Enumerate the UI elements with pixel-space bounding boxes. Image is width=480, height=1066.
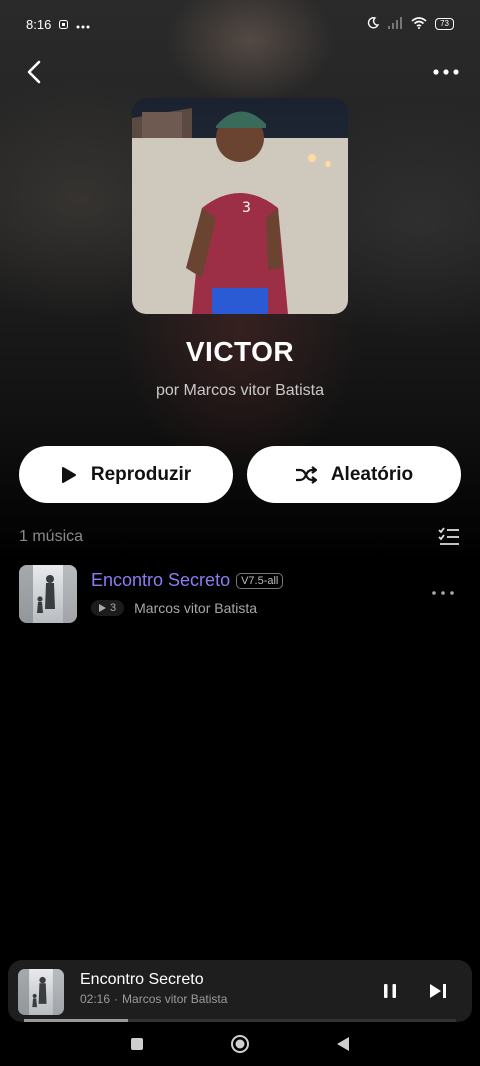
next-button[interactable]: [426, 979, 450, 1003]
play-button-label: Reproduzir: [90, 463, 192, 485]
playlist-owner[interactable]: por Marcos vitor Batista: [0, 382, 480, 400]
playlist-title: VICTOR: [185, 336, 295, 367]
mini-player-artist: Marcos vitor Batista: [122, 992, 228, 1006]
svg-text:3: 3: [242, 200, 251, 216]
quality-badge: V7.5-all: [236, 572, 284, 589]
mini-player-separator: ·: [114, 992, 119, 1006]
moon-icon: [367, 16, 380, 32]
back-nav-icon[interactable]: [336, 1036, 350, 1052]
track-more-button[interactable]: [429, 583, 457, 603]
play-count-badge: 3: [91, 600, 125, 616]
home-icon[interactable]: [230, 1034, 250, 1054]
more-options-button[interactable]: [428, 56, 464, 88]
chevron-left-icon: [27, 60, 41, 84]
play-count: 3: [110, 602, 117, 614]
notification-icon: [59, 17, 69, 32]
more-notifications-icon: [76, 17, 90, 32]
recent-apps-icon[interactable]: [130, 1037, 144, 1051]
back-button[interactable]: [18, 56, 50, 88]
track-artwork: [19, 565, 77, 623]
mini-player-artwork: [18, 969, 64, 1015]
more-horizontal-icon: [433, 69, 459, 75]
track-count-row: 1 música: [19, 524, 461, 550]
mini-player-subtitle: 02:16 · Marcos vitor Batista: [80, 992, 227, 1006]
status-time: 8:16: [26, 16, 52, 32]
pause-button[interactable]: [378, 979, 402, 1003]
play-icon: [61, 466, 76, 483]
shuffle-button-label: Aleatório: [330, 463, 414, 485]
multi-select-button[interactable]: [437, 525, 461, 549]
playlist-cover: 3: [132, 98, 348, 314]
more-horizontal-icon: [432, 591, 454, 595]
mini-player-elapsed: 02:16: [80, 992, 111, 1006]
skip-next-icon: [430, 984, 446, 998]
pause-icon: [384, 984, 396, 998]
checklist-icon: [438, 527, 459, 545]
system-navigation-bar: [0, 1022, 480, 1066]
track-row[interactable]: Encontro Secreto V7.5-all 3 Marcos vitor…: [19, 565, 461, 623]
shuffle-button[interactable]: Aleatório: [247, 446, 461, 503]
mini-player-title: Encontro Secreto: [80, 971, 204, 988]
play-button[interactable]: Reproduzir: [19, 446, 233, 503]
signal-icon: [387, 16, 403, 32]
shuffle-icon: [295, 465, 317, 484]
status-bar: 8:16 73: [0, 0, 480, 48]
battery-indicator: 73: [435, 18, 454, 30]
track-artist: Marcos vitor Batista: [134, 600, 258, 616]
play-count-icon: [99, 604, 106, 612]
wifi-icon: [411, 16, 427, 32]
track-count: 1 música: [19, 528, 84, 545]
top-bar: [0, 52, 480, 92]
mini-player[interactable]: Encontro Secreto 02:16 · Marcos vitor Ba…: [8, 960, 472, 1022]
track-title: Encontro Secreto: [91, 570, 231, 590]
